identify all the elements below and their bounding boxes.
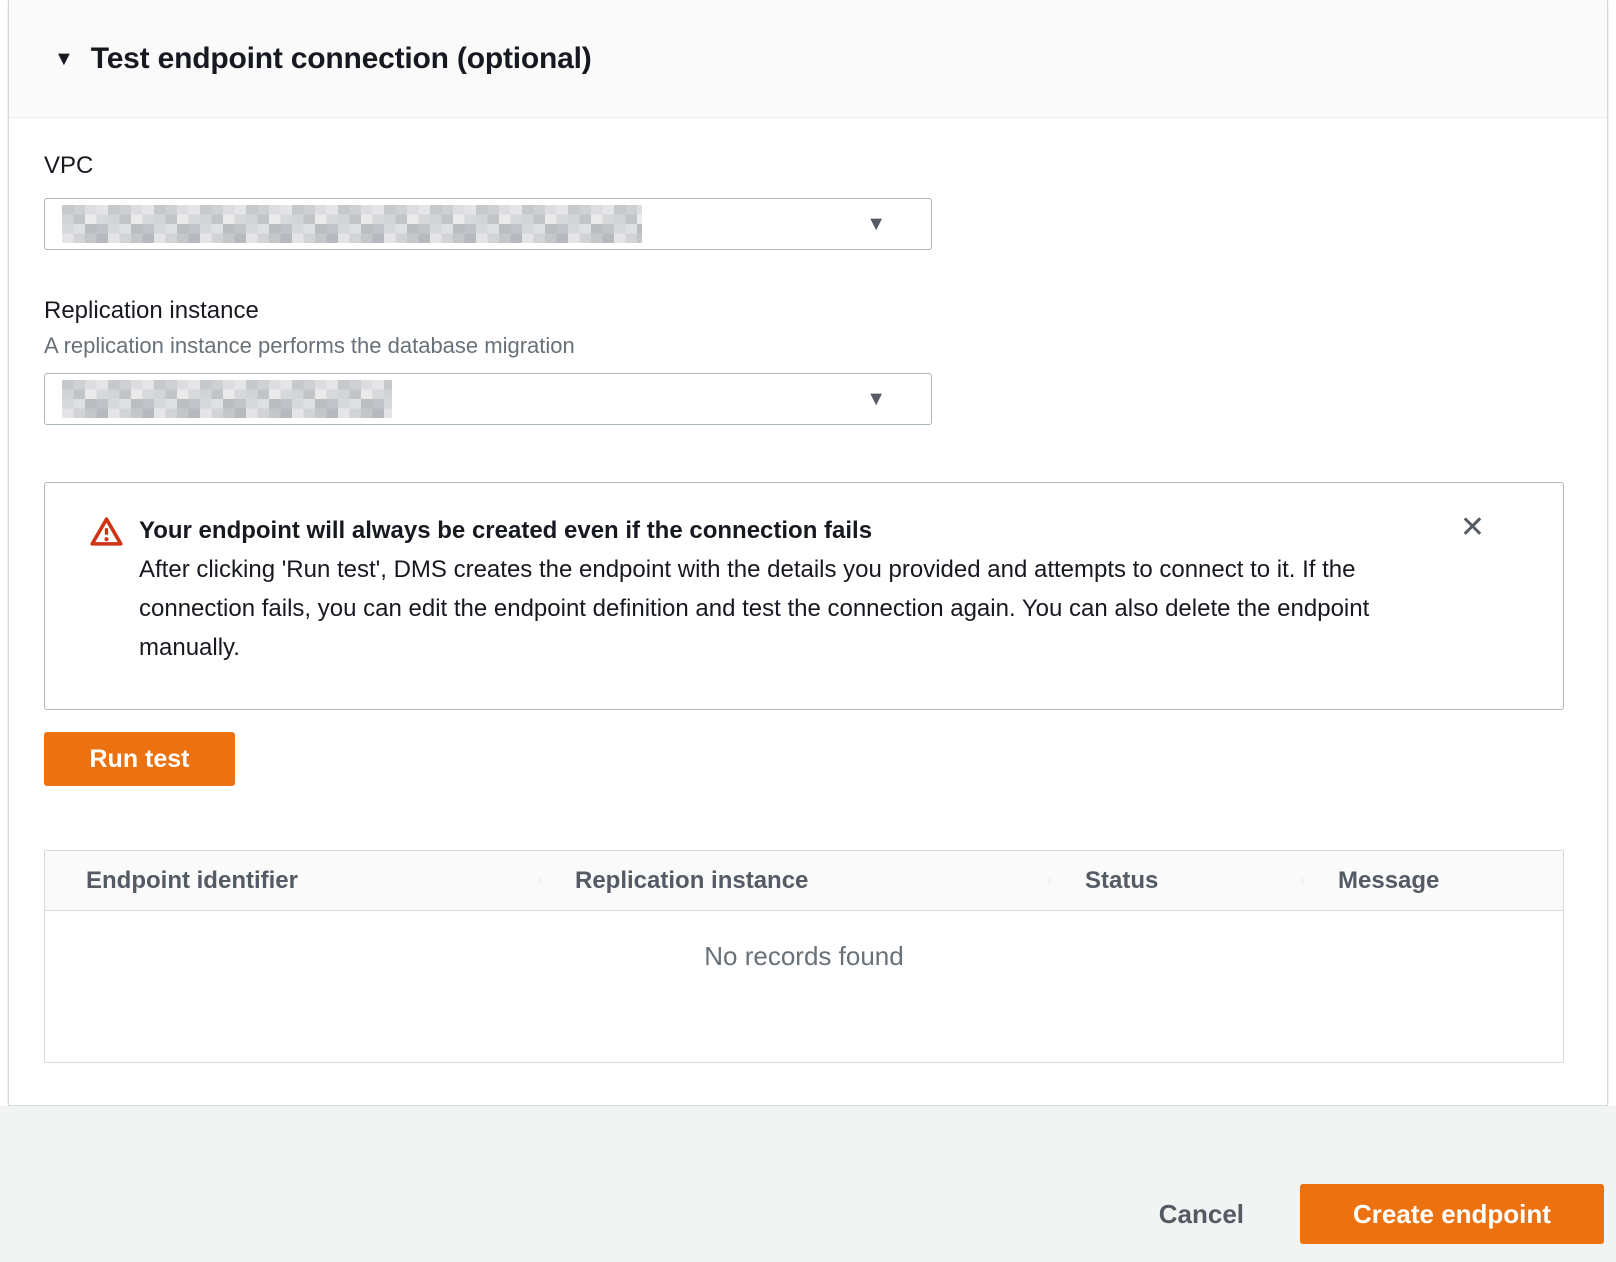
warning-icon [90, 516, 123, 547]
table-empty-state: No records found [45, 911, 1563, 1062]
section-body: VPC ▼ Replication instance A replication… [9, 118, 1607, 1105]
replication-instance-label: Replication instance [44, 297, 1572, 325]
table-header-row: Endpoint identifier Replication instance… [45, 851, 1563, 911]
caret-down-icon: ▼ [54, 49, 74, 69]
test-results-table: Endpoint identifier Replication instance… [44, 850, 1564, 1063]
section-header-test-endpoint-connection[interactable]: ▼ Test endpoint connection (optional) [9, 0, 1607, 118]
create-endpoint-button[interactable]: Create endpoint [1300, 1184, 1604, 1244]
replication-instance-select[interactable]: ▼ [44, 373, 932, 425]
warning-content: Your endpoint will always be created eve… [139, 511, 1440, 667]
replication-instance-selected-value-redacted [62, 380, 392, 418]
vpc-selected-value-redacted [62, 205, 642, 243]
vpc-select[interactable]: ▼ [44, 198, 932, 250]
replication-instance-description: A replication instance performs the data… [44, 333, 1572, 359]
vpc-label: VPC [44, 152, 1572, 180]
table-header-status: Status [1049, 867, 1302, 895]
close-icon: ✕ [1460, 511, 1485, 544]
cancel-button[interactable]: Cancel [1159, 1184, 1244, 1244]
warning-body: After clicking 'Run test', DMS creates t… [139, 550, 1440, 667]
test-endpoint-connection-panel: ▼ Test endpoint connection (optional) VP… [8, 0, 1608, 1106]
footer-actions: Cancel Create endpoint [0, 1106, 1616, 1262]
warning-alert: Your endpoint will always be created eve… [44, 482, 1564, 710]
chevron-down-icon: ▼ [866, 214, 886, 234]
section-title: Test endpoint connection (optional) [91, 42, 592, 76]
alert-close-button[interactable]: ✕ [1460, 513, 1485, 543]
table-header-message: Message [1302, 867, 1563, 895]
empty-state-text: No records found [704, 941, 903, 971]
table-header-endpoint-identifier: Endpoint identifier [45, 867, 539, 895]
run-test-button[interactable]: Run test [44, 732, 235, 786]
chevron-down-icon: ▼ [866, 389, 886, 409]
table-header-replication-instance: Replication instance [539, 867, 1049, 895]
warning-title: Your endpoint will always be created eve… [139, 511, 1440, 550]
